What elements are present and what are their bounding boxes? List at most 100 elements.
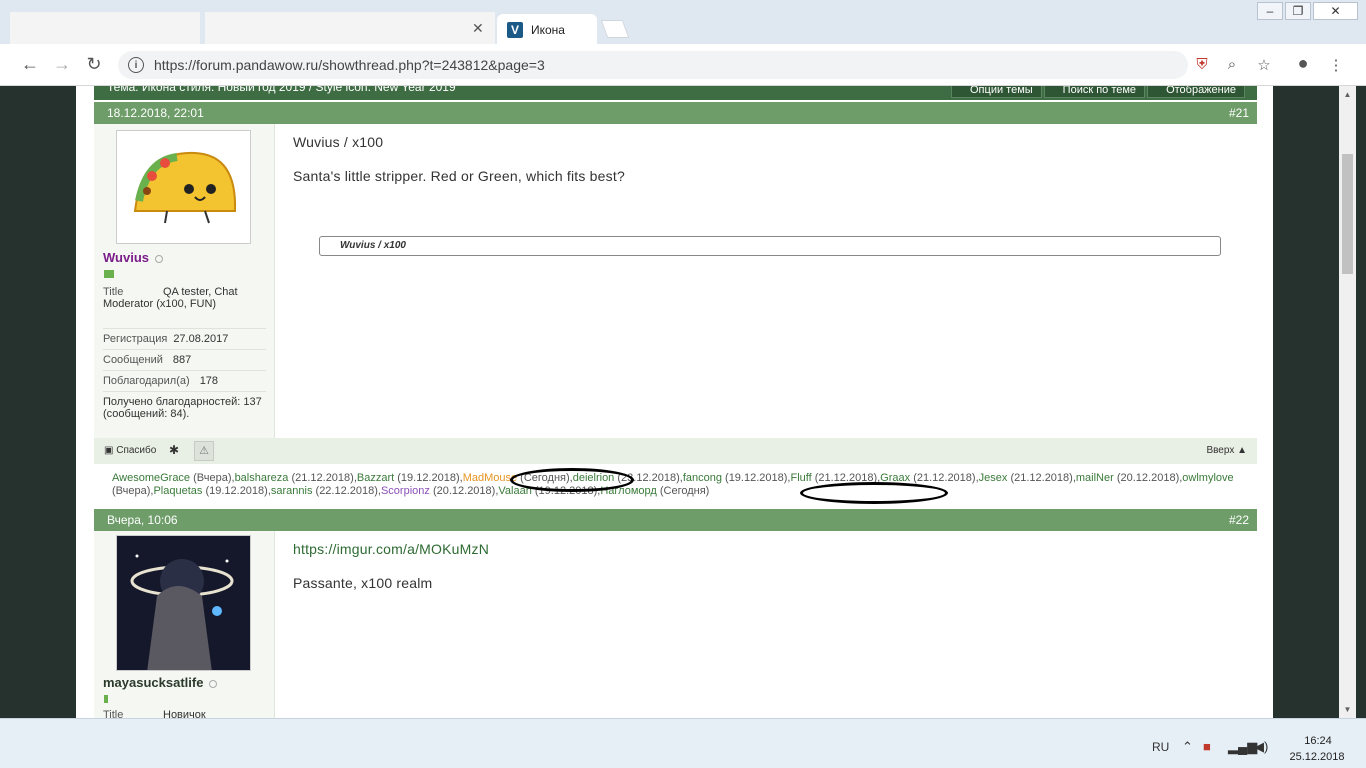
thanks-user-link[interactable]: owlmylove [1182,472,1233,484]
user-posts-field: Сообщений 887 [103,349,266,366]
thanks-date: (21.12.2018), [910,472,979,484]
imgur-link[interactable]: https://imgur.com/a/MOKuMzN [293,541,489,557]
spoiler-quote-box[interactable]: Wuvius / x100 [319,236,1221,256]
forum-content: Тема: Икона стиля. Новый год 2019 / Styl… [76,86,1273,718]
galaxy-girl-avatar-image [117,536,250,670]
thread-search-button[interactable]: Поиск по теме [1043,86,1146,98]
show-hidden-icons-icon[interactable]: ⌃ [1182,739,1193,755]
tab-blank[interactable] [10,12,200,44]
clock-time[interactable]: 16:24 [1290,735,1346,747]
user-title-field: Title QA tester, Chat Moderator (x100, FU… [103,282,266,310]
url-text[interactable]: https://forum.pandawow.ru/showthread.php… [154,57,545,73]
thanks-list: AwesomeGrace (Вчера),balshareza (21.12.2… [112,472,1248,498]
windows-taskbar: RU ⌃ ■ ▂▄▆ ◀) 16:24 25.12.2018 [0,718,1366,768]
thanks-user-link[interactable]: Jesex [979,472,1008,484]
volume-icon[interactable]: ◀) [1254,739,1268,755]
username-text[interactable]: Wuvius [103,250,149,265]
thanks-user-link[interactable]: Scorpionz [381,485,430,497]
reg-label: Регистрация [103,333,168,345]
thanks-user-link[interactable]: MadMouse [463,472,517,484]
user-avatar[interactable] [116,130,251,244]
post-actions-bar: ▣ Спасибо ✱ ⚠ Вверх ▲ [94,438,1257,464]
thanks-date: (Вчера), [190,472,235,484]
thanks-icon: ▣ [104,445,117,456]
post-date: Вчера, 10:06 [107,513,178,527]
thanks-date: (19.12.2018), [202,485,271,497]
tab-title: Икона [531,23,565,37]
active-tab[interactable]: V Икона [497,14,597,46]
thanks-user-link[interactable]: balshareza [235,472,289,484]
scroll-up-icon[interactable]: ▲ [1339,86,1356,103]
new-tab-button[interactable] [600,20,630,38]
thread-options-button[interactable]: Опции темы [951,86,1042,98]
language-indicator[interactable]: RU [1152,740,1169,754]
thanks-button[interactable]: ▣ Спасибо [104,445,156,456]
menu-dots-icon[interactable]: ⋮ [1327,56,1345,74]
minimize-button[interactable]: – [1257,2,1283,20]
tray-app-icon[interactable]: ■ [1203,739,1211,754]
page-scrollbar[interactable]: ▲ ▼ [1339,86,1356,718]
address-bar[interactable]: i https://forum.pandawow.ru/showthread.p… [118,51,1188,79]
back-to-top-link[interactable]: Вверх ▲ [1206,445,1247,456]
scroll-down-icon[interactable]: ▼ [1339,701,1356,718]
thanks-date: (Сегодня) [656,485,710,497]
report-warning-icon[interactable]: ⚠ [194,441,214,461]
thanked-label: Поблагодарил(а) [103,375,190,387]
user-title-field: Title Новичок [103,705,266,718]
posts-label: Сообщений [103,354,163,366]
thanks-date: (21.12.2018), [1007,472,1076,484]
username-text[interactable]: mayasucksatlife [103,675,203,690]
profile-avatar-icon[interactable]: ● [1294,53,1312,74]
clock-date[interactable]: 25.12.2018 [1282,751,1352,763]
user-reg-field: Регистрация 27.08.2017 [103,328,266,345]
adblock-shield-icon[interactable]: ⛨ [1193,56,1211,73]
received-thanks-text: Получено благодарностей: 137 (сообщений:… [103,396,262,420]
user-title-value: Новичок [163,709,206,718]
post-header: 18.12.2018, 22:01 #21 [94,102,1257,124]
thanks-user-link[interactable]: fancong [683,472,722,484]
user-received-field: Получено благодарностей: 137 (сообщений:… [103,391,266,420]
bookmark-star-icon[interactable]: ☆ [1255,56,1273,74]
zoom-icon[interactable]: ⌕ [1223,56,1241,73]
thanks-user-link[interactable]: Plaquetas [153,485,202,497]
post-text: Santa's little stripper. Red or Green, w… [293,168,625,184]
post-heading: Wuvius / x100 [293,134,384,150]
forward-arrow-icon[interactable]: → [51,54,73,75]
thread-display-button[interactable]: Отображение [1147,86,1245,98]
post-user-sidebar: Wuvius Title QA tester, Chat Moderator (x… [94,124,275,438]
network-icon[interactable]: ▂▄▆ [1228,739,1257,755]
thanks-user-link[interactable]: Fluff [790,472,811,484]
maximize-button[interactable]: ❐ [1285,2,1311,20]
post-user-sidebar: mayasucksatlife Title Новичок [94,531,275,718]
browser-titlebar: ✕ V Икона – ❐ ✕ [0,0,1366,46]
thanks-user-link[interactable]: AwesomeGrace [112,472,190,484]
offline-status-icon [155,254,163,263]
reputation-bar-icon [104,695,108,703]
tab-blank[interactable] [205,12,495,44]
reload-icon[interactable]: ↻ [83,54,105,75]
post-number-link[interactable]: #22 [1229,509,1249,531]
post-author-username[interactable]: mayasucksatlife [103,675,218,690]
post-author-username[interactable]: Wuvius [103,250,163,265]
back-arrow-icon[interactable]: ← [19,54,41,75]
thanks-user-link[interactable]: sarannis [271,485,313,497]
star-icon[interactable]: ✱ [169,443,179,457]
thread-title: Тема: Икона стиля. Новый год 2019 / Styl… [107,86,456,94]
thanks-date: (Вчера), [112,485,154,497]
thanks-date: (20.12.2018), [1113,472,1183,484]
close-window-button[interactable]: ✕ [1313,2,1358,20]
user-avatar[interactable] [116,535,251,671]
thanks-date: (21.12.2018), [288,472,357,484]
site-favicon-icon: V [507,22,523,38]
scrollbar-thumb[interactable] [1342,154,1353,274]
user-title-label: Title [103,709,124,718]
post-number-link[interactable]: #21 [1229,102,1249,124]
thanks-user-link[interactable]: mailNer [1076,472,1114,484]
site-info-icon[interactable]: i [128,57,144,73]
thanks-date: (22.12.2018), [312,485,381,497]
tab-close-icon[interactable]: ✕ [472,20,484,37]
quote-author: Wuvius / x100 [340,240,406,251]
thanked-value: 178 [199,375,219,387]
reg-value: 27.08.2017 [173,333,229,345]
thanks-user-link[interactable]: Bazzart [357,472,394,484]
